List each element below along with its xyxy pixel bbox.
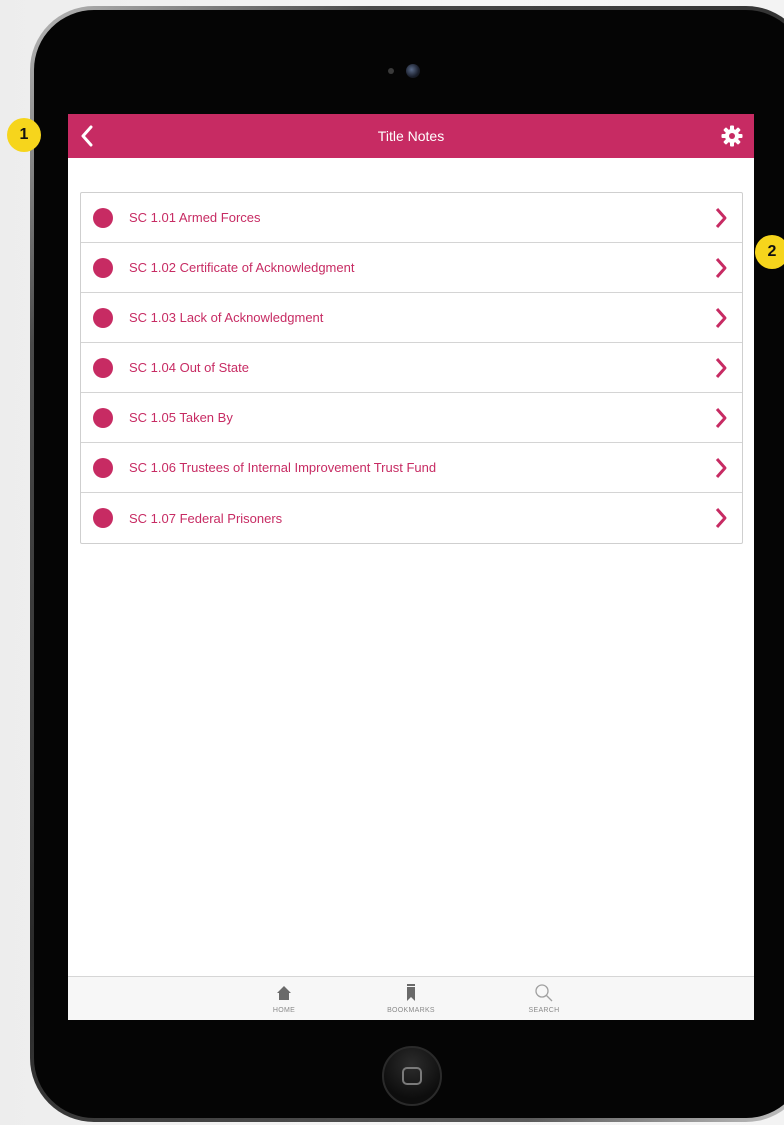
list-item[interactable]: SC 1.05 Taken By bbox=[81, 393, 742, 443]
chevron-right-icon bbox=[715, 308, 727, 328]
list-item[interactable]: SC 1.01 Armed Forces bbox=[81, 193, 742, 243]
list-item-label: SC 1.05 Taken By bbox=[129, 410, 233, 425]
chevron-right-icon bbox=[715, 258, 727, 278]
chevron-right-icon bbox=[715, 508, 727, 528]
home-icon bbox=[277, 986, 291, 1000]
tab-bookmarks[interactable]: BOOKMARKS bbox=[371, 981, 451, 1014]
home-hardware-button[interactable] bbox=[382, 1046, 442, 1106]
bullet-dot-icon bbox=[93, 207, 113, 228]
back-button[interactable] bbox=[80, 124, 100, 148]
list-item-label: SC 1.06 Trustees of Internal Improvement… bbox=[129, 460, 437, 475]
chevron-right-icon bbox=[715, 458, 727, 478]
list-item-label: SC 1.07 Federal Prisoners bbox=[129, 510, 283, 526]
bullet-dot-icon bbox=[93, 508, 113, 528]
bullet-dot-icon bbox=[93, 257, 113, 278]
bullet-dot-icon bbox=[93, 307, 113, 328]
list-item-label: SC 1.02 Certificate of Acknowledgment bbox=[129, 260, 355, 275]
search-icon bbox=[535, 984, 553, 1002]
tab-search[interactable]: SEARCH bbox=[504, 981, 584, 1014]
app-screen: Title Notes SC 1.01 Armed Forces SC 1.02… bbox=[68, 114, 754, 1020]
bookmark-icon bbox=[407, 984, 415, 1001]
chevron-right-icon bbox=[715, 208, 727, 228]
list-item[interactable]: SC 1.02 Certificate of Acknowledgment bbox=[81, 243, 742, 293]
bullet-dot-icon bbox=[93, 407, 113, 428]
list-item[interactable]: SC 1.06 Trustees of Internal Improvement… bbox=[81, 443, 742, 493]
tab-bar: HOME BOOKMARKS SEARCH bbox=[68, 976, 754, 1020]
chevron-right-icon bbox=[715, 358, 727, 378]
camera-icon bbox=[406, 64, 420, 78]
bullet-dot-icon bbox=[93, 357, 113, 378]
tab-bookmarks-label: BOOKMARKS bbox=[387, 1007, 435, 1014]
gear-icon bbox=[721, 125, 743, 147]
callout-badge-2: 2 bbox=[755, 235, 784, 269]
chevron-left-icon bbox=[81, 125, 93, 147]
list-item-label: SC 1.03 Lack of Acknowledgment bbox=[129, 310, 324, 325]
list-item[interactable]: SC 1.03 Lack of Acknowledgment bbox=[81, 293, 742, 343]
page-title: Title Notes bbox=[377, 128, 445, 144]
app-header: Title Notes bbox=[68, 114, 754, 158]
sensor-dot bbox=[388, 68, 394, 74]
bullet-dot-icon bbox=[93, 457, 113, 478]
list-item[interactable]: SC 1.04 Out of State bbox=[81, 343, 742, 393]
stage: Title Notes SC 1.01 Armed Forces SC 1.02… bbox=[0, 0, 784, 1125]
list-item-label: SC 1.04 Out of State bbox=[129, 360, 249, 375]
tab-search-label: SEARCH bbox=[528, 1007, 560, 1014]
home-square-icon bbox=[402, 1067, 422, 1085]
settings-button[interactable] bbox=[720, 124, 744, 148]
list-item-label: SC 1.01 Armed Forces bbox=[129, 210, 261, 225]
tab-home-label: HOME bbox=[272, 1007, 296, 1014]
callout-badge-1: 1 bbox=[7, 118, 41, 152]
tab-home[interactable]: HOME bbox=[244, 981, 324, 1014]
notes-list: SC 1.01 Armed Forces SC 1.02 Certificate… bbox=[80, 192, 743, 544]
chevron-right-icon bbox=[715, 408, 727, 428]
list-item[interactable]: SC 1.07 Federal Prisoners bbox=[81, 493, 742, 543]
